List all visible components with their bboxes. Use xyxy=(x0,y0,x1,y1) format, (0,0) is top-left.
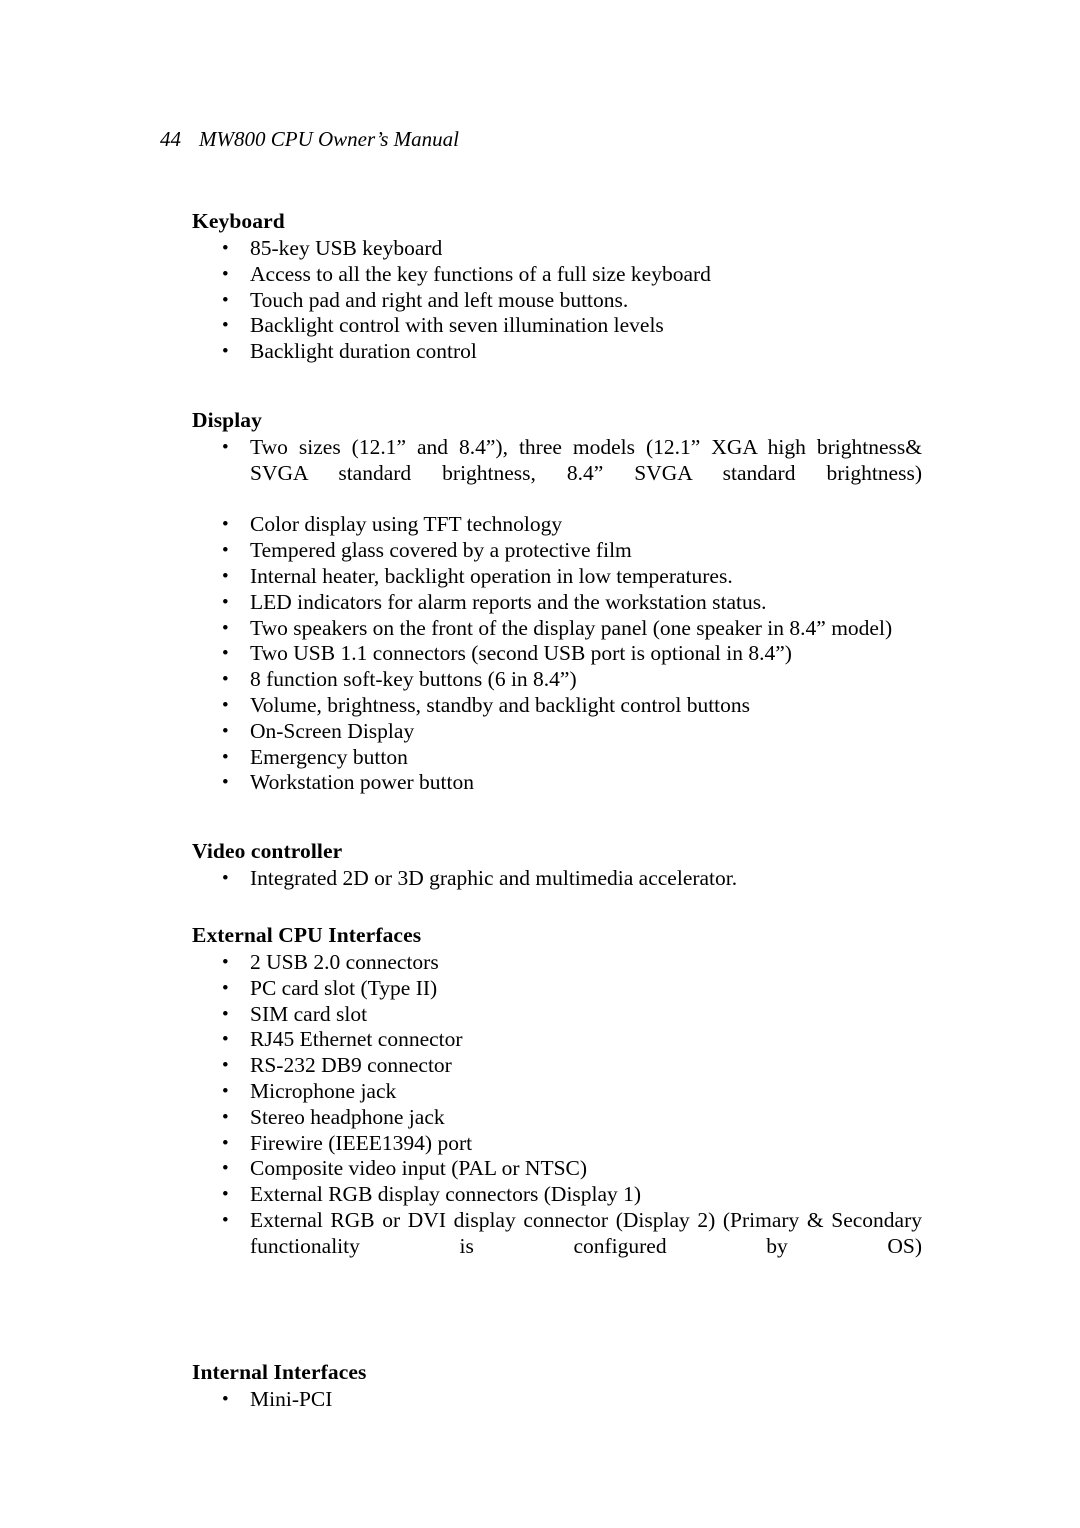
section-keyboard: Keyboard 85-key USB keyboard Access to a… xyxy=(192,208,922,365)
document-page: 44 MW800 CPU Owner’s Manual Keyboard 85-k… xyxy=(0,0,1080,1528)
bullet-list-display: Two sizes (12.1” and 8.4”), three models… xyxy=(192,435,922,796)
list-item: Backlight control with seven illuminatio… xyxy=(192,313,922,339)
section-heading-external-cpu-interfaces: External CPU Interfaces xyxy=(192,922,422,947)
list-item: Workstation power button xyxy=(192,770,922,796)
list-item: Microphone jack xyxy=(192,1079,922,1105)
list-item: LED indicators for alarm reports and the… xyxy=(192,590,922,616)
list-item: SIM card slot xyxy=(192,1002,922,1028)
list-item: External RGB or DVI display connector (D… xyxy=(192,1208,922,1285)
section-heading-display: Display xyxy=(192,407,262,432)
list-item: Two USB 1.1 connectors (second USB port … xyxy=(192,641,922,667)
list-item: Two speakers on the front of the display… xyxy=(192,616,922,642)
list-item: Color display using TFT technology xyxy=(192,512,922,538)
manual-title: MW800 CPU Owner’s Manual xyxy=(199,127,459,151)
list-item: RJ45 Ethernet connector xyxy=(192,1027,922,1053)
list-item: Firewire (IEEE1394) port xyxy=(192,1131,922,1157)
list-item: On-Screen Display xyxy=(192,719,922,745)
bullet-list-external-cpu-interfaces: 2 USB 2.0 connectors PC card slot (Type … xyxy=(192,950,922,1285)
page-number: 44 xyxy=(160,127,181,151)
running-header: 44 MW800 CPU Owner’s Manual xyxy=(160,126,960,152)
page-content: Keyboard 85-key USB keyboard Access to a… xyxy=(192,208,922,1413)
bullet-list-internal-interfaces: Mini-PCI xyxy=(192,1387,922,1413)
list-item: Volume, brightness, standby and backligh… xyxy=(192,693,922,719)
list-item: RS-232 DB9 connector xyxy=(192,1053,922,1079)
list-item: Two sizes (12.1” and 8.4”), three models… xyxy=(192,435,922,512)
list-item: Internal heater, backlight operation in … xyxy=(192,564,922,590)
section-video-controller: Video controller Integrated 2D or 3D gra… xyxy=(192,838,922,892)
list-item: Mini-PCI xyxy=(192,1387,922,1413)
list-item: Composite video input (PAL or NTSC) xyxy=(192,1156,922,1182)
section-display: Display Two sizes (12.1” and 8.4”), thre… xyxy=(192,407,922,796)
section-heading-video-controller: Video controller xyxy=(192,839,343,864)
section-heading-keyboard: Keyboard xyxy=(192,209,285,233)
list-item: 85-key USB keyboard xyxy=(192,236,922,262)
bullet-list-keyboard: 85-key USB keyboard Access to all the ke… xyxy=(192,236,922,365)
list-item: 2 USB 2.0 connectors xyxy=(192,950,922,976)
list-item: 8 function soft-key buttons (6 in 8.4”) xyxy=(192,667,922,693)
list-item: External RGB display connectors (Display… xyxy=(192,1182,922,1208)
list-item: Emergency button xyxy=(192,745,922,771)
section-heading-internal-interfaces: Internal Interfaces xyxy=(192,1360,367,1385)
section-external-cpu-interfaces: External CPU Interfaces 2 USB 2.0 connec… xyxy=(192,922,922,1285)
list-item: Access to all the key functions of a ful… xyxy=(192,262,922,288)
list-item: PC card slot (Type II) xyxy=(192,976,922,1002)
list-item: Touch pad and right and left mouse butto… xyxy=(192,288,922,314)
bullet-list-video-controller: Integrated 2D or 3D graphic and multimed… xyxy=(192,866,922,892)
list-item: Tempered glass covered by a protective f… xyxy=(192,538,922,564)
list-item: Integrated 2D or 3D graphic and multimed… xyxy=(192,866,922,892)
list-item: Stereo headphone jack xyxy=(192,1105,922,1131)
list-item: Backlight duration control xyxy=(192,339,922,365)
section-internal-interfaces: Internal Interfaces Mini-PCI xyxy=(192,1359,922,1413)
